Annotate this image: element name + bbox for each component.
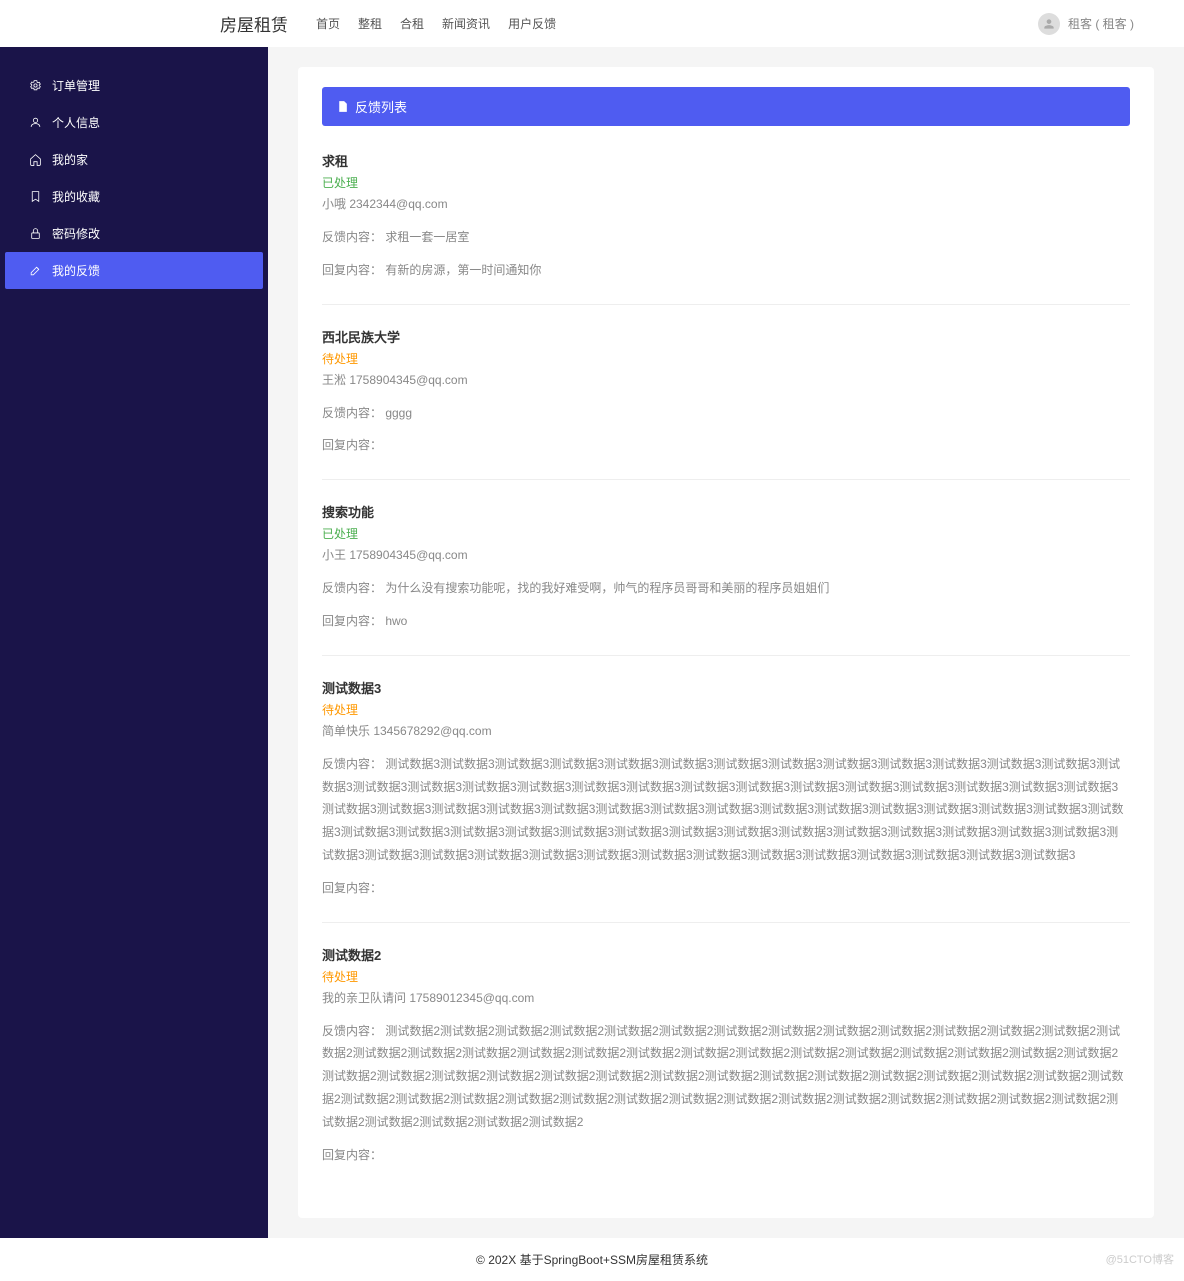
feedback-content-row: 反馈内容： 测试数据3测试数据3测试数据3测试数据3测试数据3测试数据3测试数据… bbox=[322, 753, 1130, 867]
feedback-list: 求租 已处理 小哦 2342344@qq.com 反馈内容： 求租一套一居室 回… bbox=[322, 151, 1130, 1188]
feedback-item: 搜索功能 已处理 小王 1758904345@qq.com 反馈内容： 为什么没… bbox=[322, 502, 1130, 656]
sidebar-item-label: 个人信息 bbox=[52, 114, 100, 131]
feedback-user: 简单快乐 1345678292@qq.com bbox=[322, 722, 1130, 739]
feedback-content-row: 反馈内容： 求租一套一居室 bbox=[322, 226, 1130, 249]
feedback-user: 小王 1758904345@qq.com bbox=[322, 546, 1130, 563]
sidebar-item-profile[interactable]: 个人信息 bbox=[5, 104, 263, 141]
nav-feedback[interactable]: 用户反馈 bbox=[508, 15, 556, 32]
sidebar-item-label: 我的反馈 bbox=[52, 262, 100, 279]
feedback-status: 待处理 bbox=[322, 350, 1130, 367]
panel-title: 反馈列表 bbox=[355, 97, 407, 116]
sidebar-item-my-home[interactable]: 我的家 bbox=[5, 141, 263, 178]
feedback-content-row: 反馈内容： gggg bbox=[322, 402, 1130, 425]
feedback-title: 求租 bbox=[322, 151, 1130, 170]
feedback-reply-row: 回复内容： bbox=[322, 434, 1130, 457]
user-label: 租客 ( 租客 ) bbox=[1068, 15, 1134, 32]
sidebar-item-label: 我的收藏 bbox=[52, 188, 100, 205]
bookmark-icon bbox=[29, 190, 42, 203]
home-icon bbox=[29, 153, 42, 166]
top-nav: 首页 整租 合租 新闻资讯 用户反馈 bbox=[316, 15, 556, 32]
feedback-title: 测试数据2 bbox=[322, 945, 1130, 964]
feedback-title: 西北民族大学 bbox=[322, 327, 1130, 346]
file-icon bbox=[336, 100, 349, 113]
feedback-user: 我的亲卫队请问 17589012345@qq.com bbox=[322, 989, 1130, 1006]
content: 反馈列表 求租 已处理 小哦 2342344@qq.com 反馈内容： 求租一套… bbox=[268, 47, 1184, 1238]
feedback-status: 待处理 bbox=[322, 968, 1130, 985]
feedback-status: 已处理 bbox=[322, 174, 1130, 191]
nav-home[interactable]: 首页 bbox=[316, 15, 340, 32]
feedback-user: 王淞 1758904345@qq.com bbox=[322, 371, 1130, 388]
gear-icon bbox=[29, 79, 42, 92]
footer: © 202X 基于SpringBoot+SSM房屋租赁系统 @51CTO博客 bbox=[0, 1238, 1184, 1281]
nav-whole-rent[interactable]: 整租 bbox=[358, 15, 382, 32]
sidebar-item-label: 我的家 bbox=[52, 151, 88, 168]
sidebar-item-password[interactable]: 密码修改 bbox=[5, 215, 263, 252]
feedback-item: 求租 已处理 小哦 2342344@qq.com 反馈内容： 求租一套一居室 回… bbox=[322, 151, 1130, 305]
feedback-content-row: 反馈内容： 测试数据2测试数据2测试数据2测试数据2测试数据2测试数据2测试数据… bbox=[322, 1020, 1130, 1134]
sidebar-item-favorites[interactable]: 我的收藏 bbox=[5, 178, 263, 215]
sidebar-item-label: 密码修改 bbox=[52, 225, 100, 242]
sidebar-item-order[interactable]: 订单管理 bbox=[5, 67, 263, 104]
feedback-reply-row: 回复内容： hwo bbox=[322, 610, 1130, 633]
user-area[interactable]: 租客 ( 租客 ) bbox=[1038, 13, 1134, 35]
feedback-reply-row: 回复内容： bbox=[322, 1144, 1130, 1167]
nav-shared-rent[interactable]: 合租 bbox=[400, 15, 424, 32]
feedback-panel: 反馈列表 求租 已处理 小哦 2342344@qq.com 反馈内容： 求租一套… bbox=[298, 67, 1154, 1218]
logo[interactable]: 房屋租赁 bbox=[220, 11, 288, 36]
panel-header: 反馈列表 bbox=[322, 87, 1130, 126]
sidebar-item-label: 订单管理 bbox=[52, 77, 100, 94]
nav-news[interactable]: 新闻资讯 bbox=[442, 15, 490, 32]
feedback-status: 待处理 bbox=[322, 701, 1130, 718]
feedback-item: 测试数据3 待处理 简单快乐 1345678292@qq.com 反馈内容： 测… bbox=[322, 678, 1130, 923]
feedback-content-row: 反馈内容： 为什么没有搜索功能呢，找的我好难受啊，帅气的程序员哥哥和美丽的程序员… bbox=[322, 577, 1130, 600]
lock-icon bbox=[29, 227, 42, 240]
user-icon bbox=[29, 116, 42, 129]
feedback-status: 已处理 bbox=[322, 525, 1130, 542]
feedback-reply-row: 回复内容： bbox=[322, 877, 1130, 900]
sidebar-item-my-feedback[interactable]: 我的反馈 bbox=[5, 252, 263, 289]
header: 房屋租赁 首页 整租 合租 新闻资讯 用户反馈 租客 ( 租客 ) bbox=[0, 0, 1184, 47]
avatar bbox=[1038, 13, 1060, 35]
watermark: @51CTO博客 bbox=[1106, 1251, 1174, 1267]
feedback-reply-row: 回复内容： 有新的房源，第一时间通知你 bbox=[322, 259, 1130, 282]
sidebar: 订单管理 个人信息 我的家 我的收藏 密码修改 我的反馈 bbox=[0, 47, 268, 1238]
edit-icon bbox=[29, 264, 42, 277]
feedback-item: 西北民族大学 待处理 王淞 1758904345@qq.com 反馈内容： gg… bbox=[322, 327, 1130, 481]
feedback-title: 测试数据3 bbox=[322, 678, 1130, 697]
feedback-title: 搜索功能 bbox=[322, 502, 1130, 521]
footer-text: © 202X 基于SpringBoot+SSM房屋租赁系统 bbox=[476, 1253, 708, 1267]
feedback-item: 测试数据2 待处理 我的亲卫队请问 17589012345@qq.com 反馈内… bbox=[322, 945, 1130, 1189]
feedback-user: 小哦 2342344@qq.com bbox=[322, 195, 1130, 212]
